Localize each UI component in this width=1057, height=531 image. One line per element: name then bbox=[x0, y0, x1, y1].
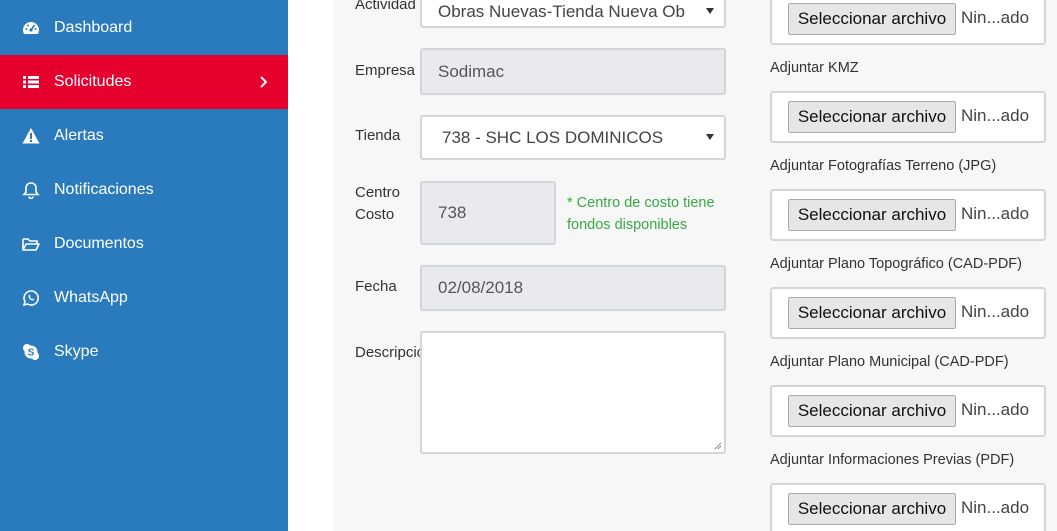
skype-icon: S bbox=[22, 343, 40, 361]
sidebar-item-solicitudes[interactable]: Solicitudes bbox=[0, 55, 288, 109]
kmz-label: Adjuntar KMZ bbox=[770, 60, 859, 76]
tienda-value: 738 - SHC LOS DOMINICOS bbox=[442, 127, 664, 147]
file-input-fotografias[interactable]: Seleccionar archivo Nin...ado bbox=[770, 189, 1046, 241]
centro-costo-hint-line1: * Centro de costo tiene bbox=[567, 195, 715, 211]
file-status: Nin...ado bbox=[961, 400, 1030, 419]
select-file-button[interactable]: Seleccionar archivo bbox=[788, 101, 956, 133]
fecha-label: Fecha bbox=[355, 278, 397, 295]
fecha-field[interactable]: 02/08/2018 bbox=[420, 265, 726, 311]
resize-grip-icon[interactable] bbox=[713, 441, 722, 450]
file-input-plano-municipal[interactable]: Seleccionar archivo Nin...ado bbox=[770, 385, 1046, 437]
sidebar-item-notificaciones[interactable]: Notificaciones bbox=[0, 163, 288, 217]
fecha-value: 02/08/2018 bbox=[438, 278, 524, 297]
file-status: Nin...ado bbox=[961, 8, 1030, 27]
sidebar-item-label: Documentos bbox=[54, 235, 144, 252]
empresa-label: Empresa bbox=[355, 62, 416, 79]
file-status: Nin...ado bbox=[961, 106, 1030, 125]
sidebar-item-label: Dashboard bbox=[54, 19, 133, 36]
file-input-kmz[interactable]: Seleccionar archivo Nin...ado bbox=[770, 91, 1046, 143]
actividad-value: Obras Nuevas-Tienda Nueva Ob bbox=[438, 2, 685, 21]
centro-costo-label-line2: Costo bbox=[355, 206, 395, 223]
actividad-select[interactable]: Obras Nuevas-Tienda Nueva Ob bbox=[420, 0, 726, 28]
folder-open-icon bbox=[22, 235, 40, 253]
descripcion-textarea[interactable] bbox=[420, 331, 726, 454]
plano-municipal-label: Adjuntar Plano Municipal (CAD-PDF) bbox=[770, 354, 1009, 370]
tienda-label: Tienda bbox=[355, 127, 401, 144]
content-gutter bbox=[288, 0, 334, 531]
centro-costo-field[interactable]: 738 bbox=[420, 181, 556, 245]
list-icon bbox=[22, 73, 40, 91]
select-file-button[interactable]: Seleccionar archivo bbox=[788, 395, 956, 427]
select-file-button[interactable]: Seleccionar archivo bbox=[788, 3, 956, 35]
bell-icon bbox=[22, 181, 40, 199]
empresa-field[interactable]: Sodimac bbox=[420, 48, 726, 95]
svg-text:S: S bbox=[28, 348, 35, 359]
chevron-right-icon bbox=[260, 76, 268, 88]
chevron-down-icon bbox=[706, 133, 714, 140]
chevron-down-icon bbox=[706, 8, 714, 14]
file-status: Nin...ado bbox=[961, 498, 1030, 517]
actividad-label: Actividad bbox=[355, 0, 416, 13]
file-input-informaciones-previas[interactable]: Seleccionar archivo Nin...ado bbox=[770, 483, 1046, 531]
whatsapp-icon bbox=[22, 289, 40, 307]
sidebar-item-dashboard[interactable]: Dashboard bbox=[0, 1, 288, 55]
file-input-plano-topografico[interactable]: Seleccionar archivo Nin...ado bbox=[770, 287, 1046, 339]
sidebar-item-skype[interactable]: S Skype bbox=[0, 325, 288, 379]
sidebar-item-label: Notificaciones bbox=[54, 181, 154, 198]
plano-topografico-label: Adjuntar Plano Topográfico (CAD-PDF) bbox=[770, 256, 1022, 272]
fotografias-label: Adjuntar Fotografías Terreno (JPG) bbox=[770, 158, 997, 174]
centro-costo-label-line1: Centro bbox=[355, 184, 401, 201]
sidebar-item-alertas[interactable]: Alertas bbox=[0, 109, 288, 163]
sidebar-item-label: Skype bbox=[54, 343, 99, 360]
sidebar-item-label: Solicitudes bbox=[54, 73, 132, 90]
empresa-value: Sodimac bbox=[438, 61, 505, 81]
warning-icon bbox=[22, 127, 40, 145]
tienda-select[interactable]: 738 - SHC LOS DOMINICOS bbox=[420, 115, 726, 160]
select-file-button[interactable]: Seleccionar archivo bbox=[788, 199, 956, 231]
sidebar-item-documentos[interactable]: Documentos bbox=[0, 217, 288, 271]
centro-costo-value: 738 bbox=[438, 203, 467, 222]
select-file-button[interactable]: Seleccionar archivo bbox=[788, 297, 956, 329]
select-file-button[interactable]: Seleccionar archivo bbox=[788, 493, 956, 525]
file-status: Nin...ado bbox=[961, 204, 1030, 223]
file-status: Nin...ado bbox=[961, 302, 1030, 321]
sidebar-item-label: Alertas bbox=[54, 127, 104, 144]
descripcion-label: Descripción bbox=[355, 344, 420, 361]
sidebar-item-label: WhatsApp bbox=[54, 289, 128, 306]
dashboard-icon bbox=[22, 19, 40, 37]
centro-costo-hint-line2: fondos disponibles bbox=[567, 217, 688, 233]
sidebar-item-whatsapp[interactable]: WhatsApp bbox=[0, 271, 288, 325]
file-input-0[interactable]: Seleccionar archivo Nin...ado bbox=[770, 0, 1046, 45]
informaciones-previas-label: Adjuntar Informaciones Previas (PDF) bbox=[770, 452, 1015, 468]
sidebar: Dashboard Solicitudes Alertas Notificaci… bbox=[0, 0, 288, 531]
